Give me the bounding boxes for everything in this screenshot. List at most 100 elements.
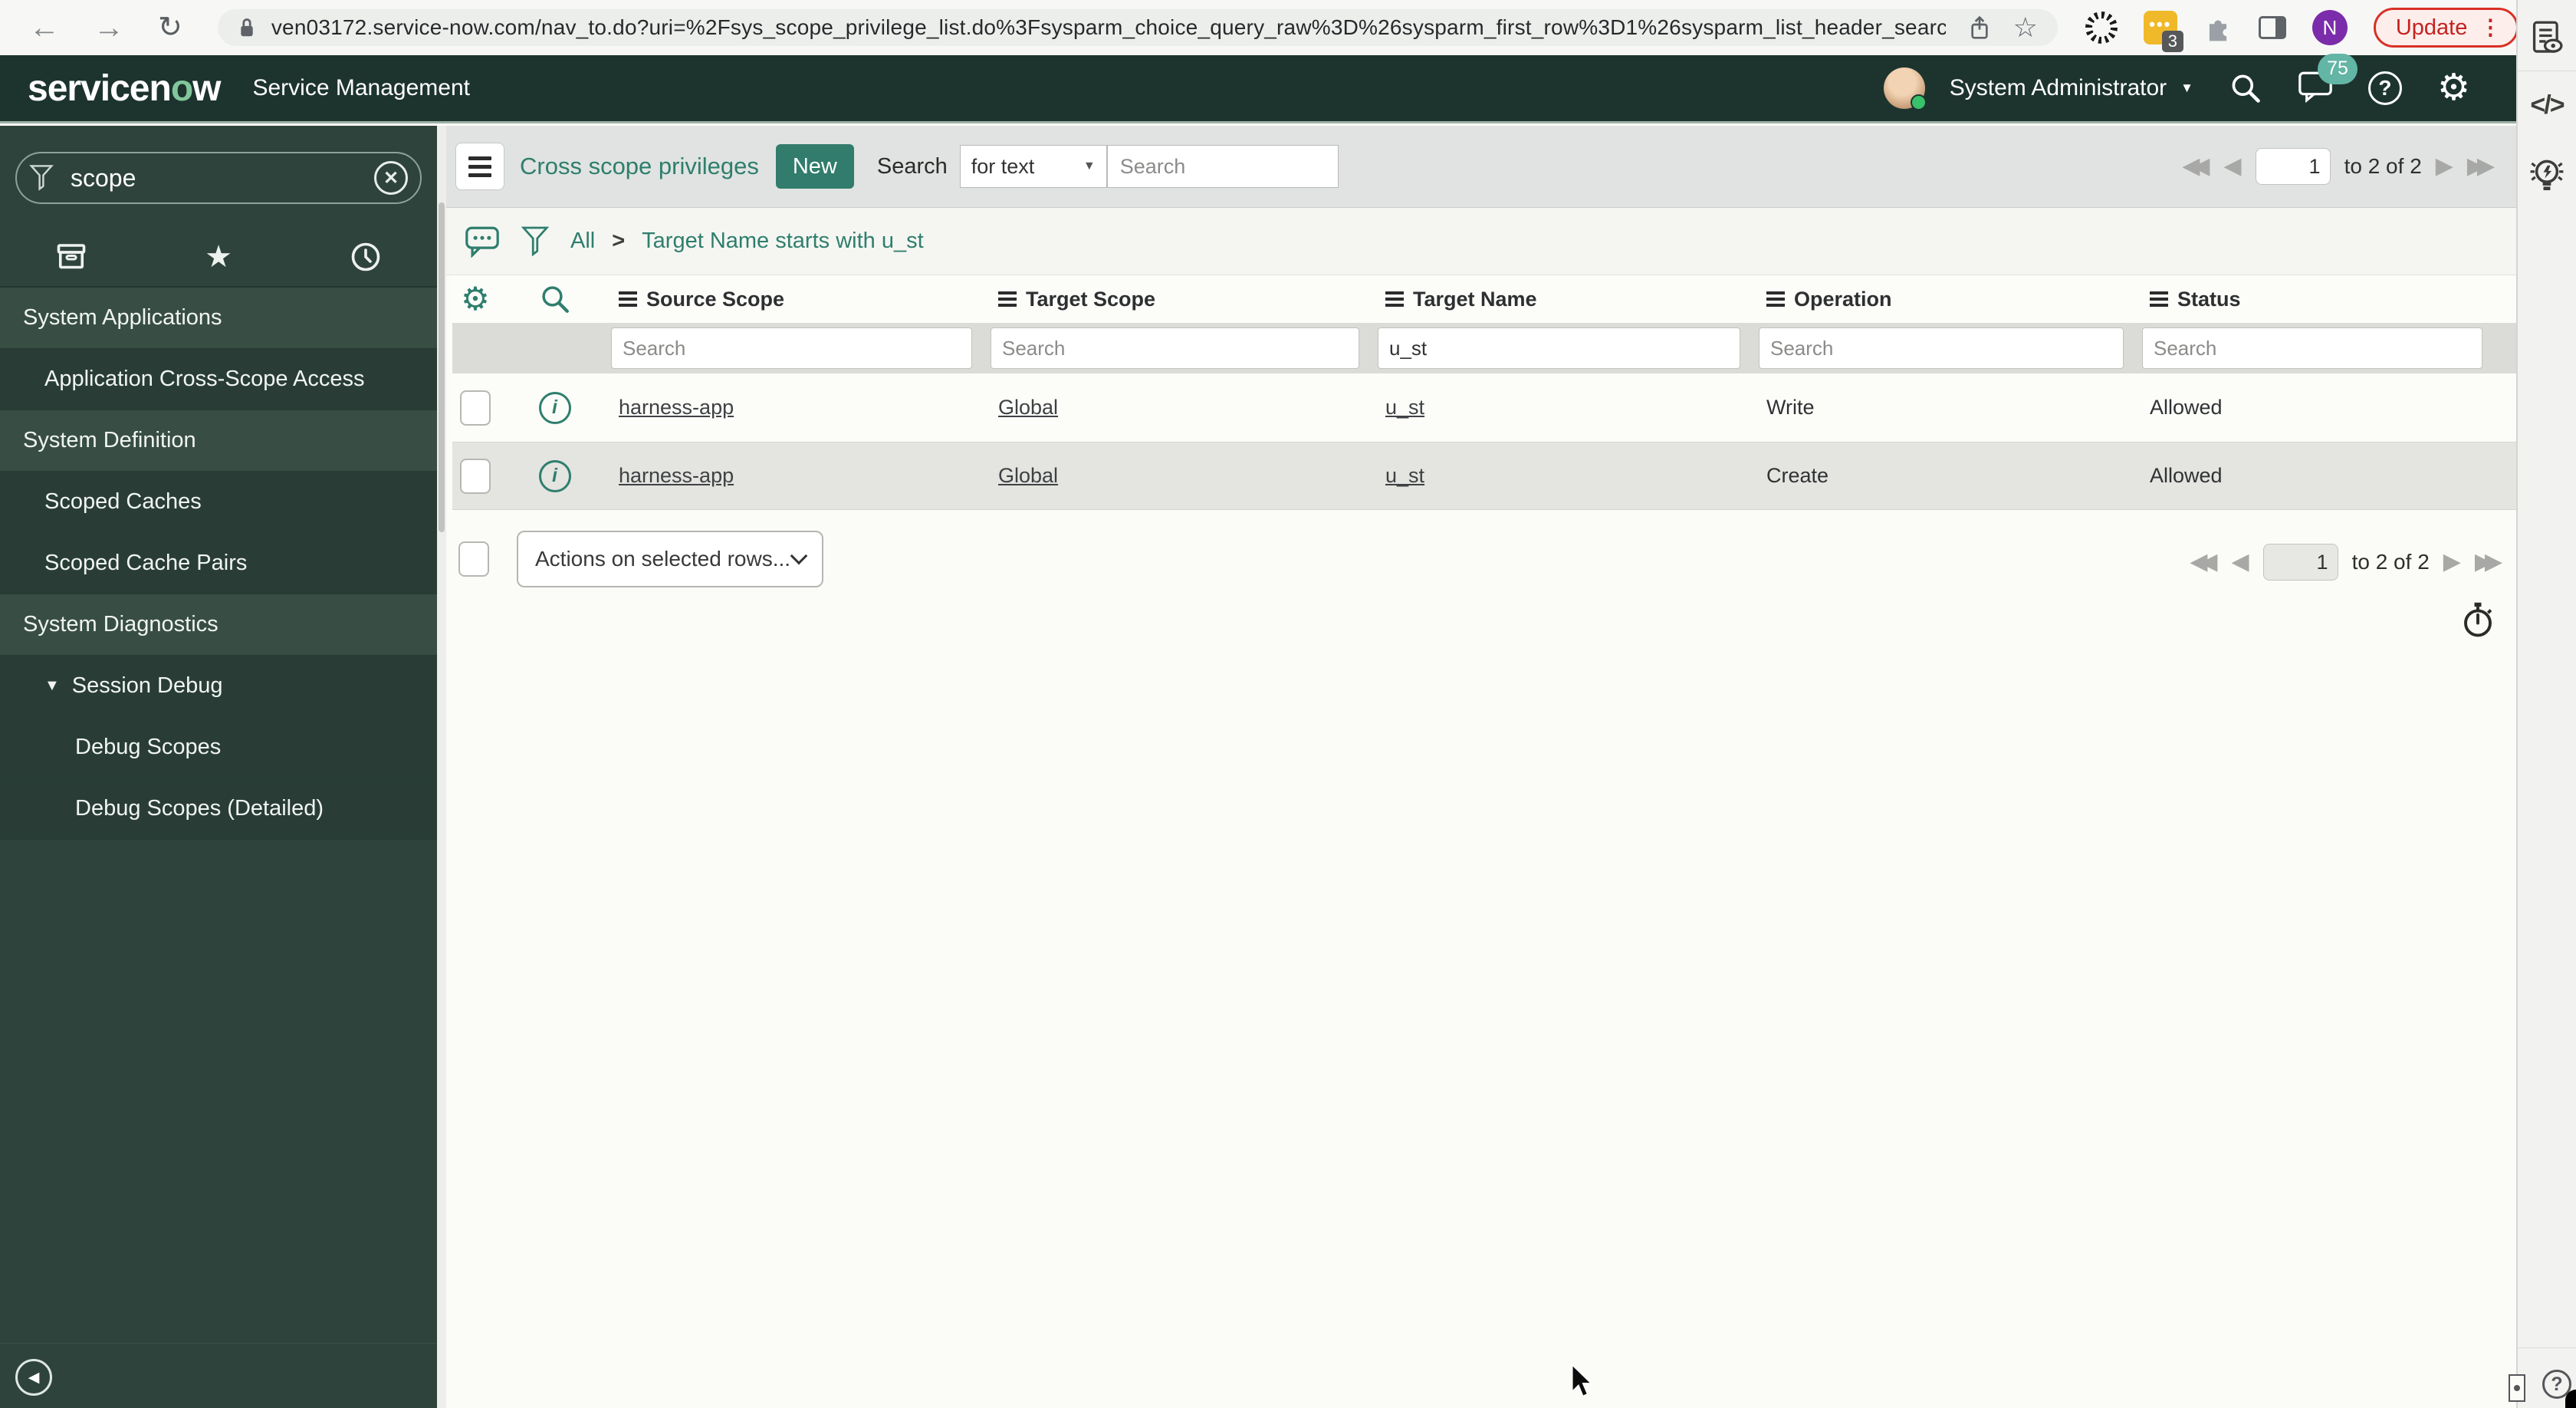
settings-gear-icon[interactable]: ⚙ bbox=[2437, 70, 2470, 107]
global-search-icon[interactable] bbox=[2229, 71, 2262, 105]
column-header-target-scope[interactable]: Target Scope bbox=[991, 288, 1378, 311]
source-scope-search-input[interactable] bbox=[611, 327, 972, 369]
browser-profile-avatar[interactable]: N bbox=[2312, 10, 2348, 45]
browser-update-button[interactable]: Update ⋮ bbox=[2373, 8, 2519, 48]
target-name-search-input[interactable] bbox=[1378, 327, 1740, 369]
navigator-filter[interactable]: scope ✕ bbox=[15, 152, 422, 204]
list-context-menu-button[interactable] bbox=[455, 143, 504, 190]
target-scope-search-input[interactable] bbox=[991, 327, 1359, 369]
sidebar-item-application-cross-scope-access[interactable]: Application Cross-Scope Access bbox=[0, 349, 437, 410]
browser-back-icon[interactable]: ← bbox=[29, 12, 60, 43]
last-page-icon[interactable]: ▶▶ bbox=[2467, 155, 2495, 178]
history-tab-icon[interactable] bbox=[350, 241, 382, 273]
sidebar-scrollbar[interactable] bbox=[437, 126, 446, 1408]
target-name-link[interactable]: u_st bbox=[1378, 396, 1424, 419]
status-cell: Allowed bbox=[2150, 464, 2223, 487]
first-page-icon[interactable]: ◀◀ bbox=[2190, 551, 2217, 574]
search-type-select[interactable]: for text ▼ bbox=[959, 145, 1107, 188]
sidebar-scrollbar-thumb[interactable] bbox=[439, 202, 445, 532]
last-page-icon[interactable]: ▶▶ bbox=[2475, 551, 2502, 574]
column-menu-icon[interactable] bbox=[619, 288, 637, 310]
expand-triangle-icon[interactable]: ▼ bbox=[44, 677, 60, 695]
help-icon[interactable]: ? bbox=[2367, 71, 2402, 105]
column-menu-icon[interactable] bbox=[998, 288, 1017, 310]
address-bar[interactable]: ven03172.service-now.com/nav_to.do?uri=%… bbox=[217, 9, 2058, 46]
list-title[interactable]: Cross scope privileges bbox=[520, 153, 759, 180]
user-menu[interactable]: System Administrator bbox=[1950, 75, 2167, 101]
row-info-icon[interactable]: i bbox=[538, 459, 571, 492]
right-rail: </> ? bbox=[2509, 0, 2576, 1408]
new-record-button[interactable]: New bbox=[775, 144, 854, 189]
breadcrumb-funnel-icon[interactable] bbox=[521, 225, 549, 258]
sidebar-item-system-diagnostics[interactable]: System Diagnostics bbox=[0, 594, 437, 656]
sidebar-item-system-applications[interactable]: System Applications bbox=[0, 288, 437, 349]
target-scope-link[interactable]: Global bbox=[991, 396, 1058, 419]
collapse-sidebar-button[interactable]: ◀ bbox=[15, 1359, 52, 1396]
navigator-filter-value[interactable]: scope bbox=[71, 164, 374, 192]
breadcrumb-filter-link[interactable]: Target Name starts with u_st bbox=[642, 229, 923, 254]
list-chat-icon[interactable] bbox=[465, 225, 500, 258]
target-scope-link[interactable]: Global bbox=[991, 464, 1058, 488]
prev-page-icon[interactable]: ◀ bbox=[2232, 551, 2249, 574]
sidebar-item-scoped-caches[interactable]: Scoped Caches bbox=[0, 472, 437, 533]
sidebar-item-debug-scopes[interactable]: Debug Scopes bbox=[0, 717, 437, 778]
page-number-input[interactable] bbox=[2262, 544, 2338, 581]
column-menu-icon[interactable] bbox=[1385, 288, 1404, 310]
sidebar-footer-divider bbox=[0, 1343, 437, 1344]
column-menu-icon[interactable] bbox=[1766, 288, 1785, 310]
side-panel-icon[interactable] bbox=[2258, 16, 2286, 39]
spinner-extension-icon[interactable] bbox=[2085, 12, 2118, 44]
share-icon[interactable] bbox=[1969, 15, 1990, 40]
favorites-tab-icon[interactable]: ★ bbox=[205, 242, 232, 272]
actions-on-selected-rows-select[interactable]: Actions on selected rows... bbox=[517, 531, 823, 587]
user-caret-icon[interactable]: ▼ bbox=[2180, 81, 2193, 96]
sidebar-item-debug-scopes-detailed[interactable]: Debug Scopes (Detailed) bbox=[0, 778, 437, 840]
mouse-cursor bbox=[1569, 1362, 1594, 1403]
breadcrumb-all-link[interactable]: All bbox=[570, 229, 595, 254]
clear-filter-icon[interactable]: ✕ bbox=[374, 161, 408, 195]
column-menu-icon[interactable] bbox=[2150, 288, 2168, 310]
first-page-icon[interactable]: ◀◀ bbox=[2182, 155, 2210, 178]
servicenow-logo[interactable]: servicenow bbox=[28, 67, 221, 110]
target-name-link[interactable]: u_st bbox=[1378, 464, 1424, 488]
sidebar-item-system-definition[interactable]: System Definition bbox=[0, 410, 437, 472]
source-scope-link[interactable]: harness-app bbox=[611, 396, 734, 419]
sidebar-item-session-debug[interactable]: ▼ Session Debug bbox=[0, 656, 437, 717]
bookmark-star-icon[interactable]: ☆ bbox=[2013, 14, 2038, 41]
next-page-icon[interactable]: ▶ bbox=[2436, 155, 2453, 178]
row-checkbox[interactable] bbox=[460, 458, 491, 494]
column-header-operation[interactable]: Operation bbox=[1759, 288, 2142, 311]
reader-view-icon[interactable] bbox=[2518, 20, 2576, 55]
column-search-toggle-icon[interactable] bbox=[498, 283, 611, 315]
puzzle-extensions-icon[interactable] bbox=[2203, 13, 2233, 42]
operation-cell: Create bbox=[1766, 464, 1829, 487]
next-page-icon[interactable]: ▶ bbox=[2443, 551, 2461, 574]
browser-menu-icon[interactable]: ⋮ bbox=[2479, 16, 2501, 38]
operation-search-input[interactable] bbox=[1759, 327, 2124, 369]
lightbulb-idea-icon[interactable] bbox=[2518, 156, 2576, 196]
page-number-input[interactable] bbox=[2255, 148, 2331, 185]
source-scope-link[interactable]: harness-app bbox=[611, 464, 734, 488]
response-time-icon[interactable] bbox=[2461, 601, 2495, 642]
user-avatar[interactable] bbox=[1883, 67, 1927, 110]
list-search-input[interactable] bbox=[1106, 145, 1339, 188]
column-header-source-scope[interactable]: Source Scope bbox=[611, 288, 991, 311]
prev-page-icon[interactable]: ◀ bbox=[2224, 155, 2242, 178]
column-header-target-name[interactable]: Target Name bbox=[1378, 288, 1759, 311]
select-all-checkbox[interactable] bbox=[458, 541, 489, 577]
row-checkbox[interactable] bbox=[460, 390, 491, 426]
url-text[interactable]: ven03172.service-now.com/nav_to.do?uri=%… bbox=[271, 15, 1946, 40]
browser-forward-icon[interactable]: → bbox=[94, 12, 124, 43]
sidebar-item-scoped-cache-pairs[interactable]: Scoped Cache Pairs bbox=[0, 533, 437, 594]
status-search-input[interactable] bbox=[2142, 327, 2482, 369]
pull-tab-icon[interactable] bbox=[2509, 1374, 2525, 1402]
row-info-icon[interactable]: i bbox=[538, 391, 571, 424]
browser-reload-icon[interactable]: ↻ bbox=[158, 13, 182, 42]
list-personalize-gear-icon[interactable]: ⚙ bbox=[452, 283, 498, 315]
chat-icon[interactable]: 75 bbox=[2298, 53, 2358, 107]
all-applications-icon[interactable] bbox=[55, 242, 87, 272]
code-panel-icon[interactable]: </> bbox=[2518, 90, 2576, 120]
lock-icon bbox=[238, 17, 256, 38]
column-header-status[interactable]: Status bbox=[2142, 288, 2501, 311]
yellow-extension-icon[interactable]: ••• 3 bbox=[2143, 11, 2183, 52]
